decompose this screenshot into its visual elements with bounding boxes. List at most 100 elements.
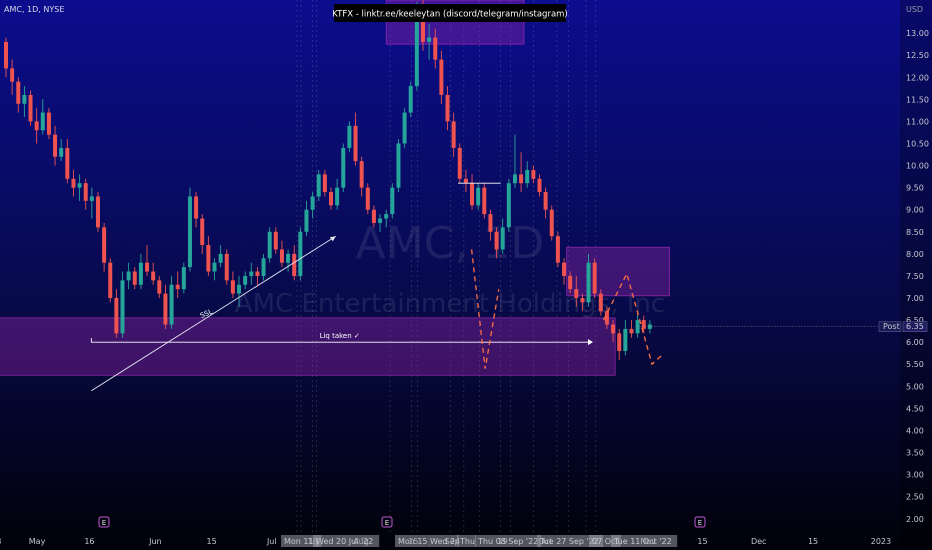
earnings-letter: E xyxy=(385,519,389,527)
candle-body xyxy=(341,147,346,188)
candle-body xyxy=(53,134,58,157)
candle-body xyxy=(65,147,70,179)
candle-body xyxy=(433,37,438,60)
candle-body xyxy=(384,214,389,219)
banner-text: KTFX - linktr.ee/keeleytan (discord/tele… xyxy=(332,10,568,20)
price-tick: 5.00 xyxy=(906,382,924,391)
price-tick: 7.00 xyxy=(906,294,924,303)
price-tick: 6.00 xyxy=(906,338,924,347)
time-tick: 15 xyxy=(808,537,818,546)
candle-body xyxy=(89,196,94,201)
candle-body xyxy=(22,94,27,104)
liquidity-zone xyxy=(0,317,616,376)
price-tick: 11.00 xyxy=(906,117,929,126)
price-tick: 13.00 xyxy=(906,29,929,38)
candle-body xyxy=(151,271,156,281)
candle-body xyxy=(543,192,548,210)
time-tick: 18 xyxy=(0,537,1,546)
date-label: Mon 15 xyxy=(398,537,428,546)
candle-body xyxy=(157,280,162,294)
candle-body xyxy=(34,121,39,131)
candle-body xyxy=(396,143,401,188)
candle-body xyxy=(604,311,609,325)
candle-body xyxy=(586,262,591,303)
banner: KTFX - linktr.ee/keeleytan (discord/tele… xyxy=(332,4,568,22)
earnings-letter: E xyxy=(102,519,106,527)
candle-body xyxy=(494,231,499,250)
candle-body xyxy=(114,298,119,334)
time-tick: 2023 xyxy=(871,537,891,546)
candle-body xyxy=(267,231,272,259)
time-tick: 15 xyxy=(207,537,217,546)
candle-body xyxy=(316,174,321,197)
candle-body xyxy=(512,174,517,184)
candle-body xyxy=(531,169,536,179)
date-label: Wed 24 xyxy=(430,537,460,546)
candle-body xyxy=(187,196,192,268)
price-tick: 4.00 xyxy=(906,426,924,435)
candle-body xyxy=(212,262,217,272)
candle-body xyxy=(451,121,456,148)
earnings-letter: E xyxy=(698,519,702,527)
annotation-liq-taken: Liq taken ✓ xyxy=(320,332,360,340)
candle-body xyxy=(200,218,205,246)
time-tick: May xyxy=(29,537,46,546)
price-tick: 8.00 xyxy=(906,250,924,259)
candle-body xyxy=(611,324,616,334)
candle-body xyxy=(59,147,64,157)
candle-body xyxy=(500,227,505,250)
target-supply-zone xyxy=(566,246,670,297)
candle-body xyxy=(194,196,199,219)
candle-body xyxy=(77,183,82,188)
price-tick: 2.00 xyxy=(906,515,924,524)
candle-body xyxy=(623,328,628,351)
candle-body xyxy=(126,271,131,281)
candle-body xyxy=(568,275,573,290)
candle-body xyxy=(617,333,622,351)
candle-body xyxy=(310,196,315,210)
candle-body xyxy=(108,262,113,299)
date-label: Thu 08 Sep '22 xyxy=(477,537,538,546)
candle-body xyxy=(574,289,579,299)
candle-body xyxy=(71,178,76,188)
candle-body xyxy=(647,324,652,329)
time-tick: Jul xyxy=(266,537,277,546)
candle-body xyxy=(390,187,395,215)
candle-body xyxy=(255,271,260,276)
candle-body xyxy=(206,245,211,272)
candle-body xyxy=(488,214,493,232)
price-tick: 3.50 xyxy=(906,449,924,458)
candle-body xyxy=(635,320,640,334)
candle-body xyxy=(641,320,646,329)
candle-body xyxy=(230,280,235,294)
symbol-line: AMC, 1D, NYSE xyxy=(4,5,64,14)
candle-body xyxy=(439,59,444,95)
chart-root: AMC, 1D AMC Entertainment Holdings, Inc … xyxy=(0,0,932,550)
price-tick: 7.50 xyxy=(906,272,924,281)
candle-body xyxy=(163,293,168,325)
candle-body xyxy=(506,183,511,228)
candle-body xyxy=(555,236,560,263)
candle-body xyxy=(46,112,51,135)
candle-body xyxy=(592,262,597,294)
candle-body xyxy=(335,187,340,206)
candle-body xyxy=(132,271,137,285)
candle-body xyxy=(353,125,358,162)
time-tick: 16 xyxy=(84,537,94,546)
price-tick: 5.50 xyxy=(906,360,924,369)
candle-body xyxy=(16,81,21,104)
candle-body xyxy=(629,328,634,334)
candle-body xyxy=(378,218,383,223)
candle-body xyxy=(580,298,585,303)
candle-body xyxy=(102,227,107,263)
price-axis[interactable]: 13.00 12.50 12.00 11.50 11.00 10.50 10.00 9.50 9… xyxy=(900,0,932,550)
candle-body xyxy=(169,284,174,325)
price-tick: 10.50 xyxy=(906,139,929,148)
price-tick: 3.00 xyxy=(906,471,924,480)
date-label: Wed 20 Jul '22 xyxy=(316,537,373,546)
price-tick: 12.00 xyxy=(906,73,929,82)
candle-body xyxy=(476,187,481,206)
candle-body xyxy=(598,293,603,312)
candle-body xyxy=(322,174,327,193)
candlestick-chart[interactable]: AMC, 1D AMC Entertainment Holdings, Inc … xyxy=(0,0,932,550)
